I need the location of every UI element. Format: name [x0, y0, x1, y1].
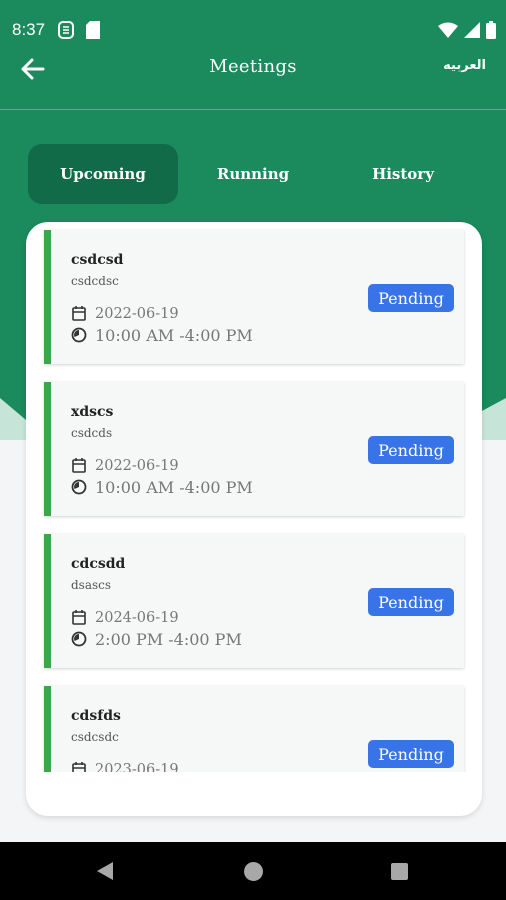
- meeting-date: 2023-06-19: [71, 761, 179, 772]
- meeting-title: cdcsdd: [71, 556, 126, 572]
- tab-running[interactable]: Running: [178, 144, 328, 204]
- meeting-date: 2022-06-19: [71, 457, 179, 475]
- page-title: Meetings: [209, 56, 297, 77]
- meeting-time: 10:00 AM -4:00 PM: [71, 326, 253, 345]
- meeting-description: csdcdsc: [71, 274, 119, 288]
- calendar-icon: [71, 457, 89, 475]
- meetings-list-panel: csdcsd csdcdsc 2022-06-19 10:00 AM -4:00…: [26, 222, 482, 816]
- meeting-tabs: Upcoming Running History: [28, 144, 478, 204]
- calendar-icon: [71, 305, 89, 323]
- meeting-title: csdcsd: [71, 252, 124, 268]
- language-toggle[interactable]: العربيه: [443, 58, 486, 73]
- status-badge: Pending: [368, 588, 454, 616]
- calendar-icon: [71, 609, 89, 627]
- tab-history[interactable]: History: [328, 144, 478, 204]
- back-triangle-icon[interactable]: [96, 861, 114, 885]
- status-bar: 8:37: [0, 0, 506, 52]
- app-bar: Meetings العربيه: [0, 52, 506, 110]
- meeting-time: 10:00 AM -4:00 PM: [71, 478, 253, 497]
- status-badge: Pending: [368, 284, 454, 312]
- meeting-title: cdsfds: [71, 708, 121, 724]
- meeting-date: 2024-06-19: [71, 609, 179, 627]
- meeting-card[interactable]: csdcsd csdcdsc 2022-06-19 10:00 AM -4:00…: [44, 230, 464, 364]
- sd-card-icon: [86, 21, 100, 44]
- tab-upcoming[interactable]: Upcoming: [28, 144, 178, 204]
- meeting-description: dsascs: [71, 578, 112, 592]
- meeting-title: xdscs: [71, 404, 114, 420]
- clock-icon: [71, 631, 89, 649]
- recents-square-icon[interactable]: [391, 863, 408, 880]
- s-notification-icon: [58, 20, 74, 45]
- battery-icon: [486, 21, 496, 44]
- meeting-card[interactable]: cdsfds csdcsdc 2023-06-19 Pending: [44, 686, 464, 772]
- meeting-description: csdcsdc: [71, 730, 119, 744]
- system-nav-bar: [0, 842, 506, 900]
- calendar-icon: [71, 761, 89, 772]
- meeting-card[interactable]: xdscs csdcds 2022-06-19 10:00 AM -4:00 P…: [44, 382, 464, 516]
- meeting-date: 2022-06-19: [71, 305, 179, 323]
- clock-icon: [71, 327, 89, 345]
- clock-icon: [71, 479, 89, 497]
- meeting-time: 2:00 PM -4:00 PM: [71, 630, 242, 649]
- meetings-list[interactable]: csdcsd csdcdsc 2022-06-19 10:00 AM -4:00…: [26, 222, 482, 772]
- header-divider: [0, 109, 506, 110]
- status-time: 8:37: [12, 20, 46, 39]
- status-badge: Pending: [368, 740, 454, 768]
- wifi-icon: [438, 22, 458, 43]
- meeting-description: csdcds: [71, 426, 113, 440]
- status-badge: Pending: [368, 436, 454, 464]
- home-circle-icon[interactable]: [244, 862, 263, 881]
- signal-icon: [464, 22, 480, 43]
- meeting-card[interactable]: cdcsdd dsascs 2024-06-19 2:00 PM -4:00 P…: [44, 534, 464, 668]
